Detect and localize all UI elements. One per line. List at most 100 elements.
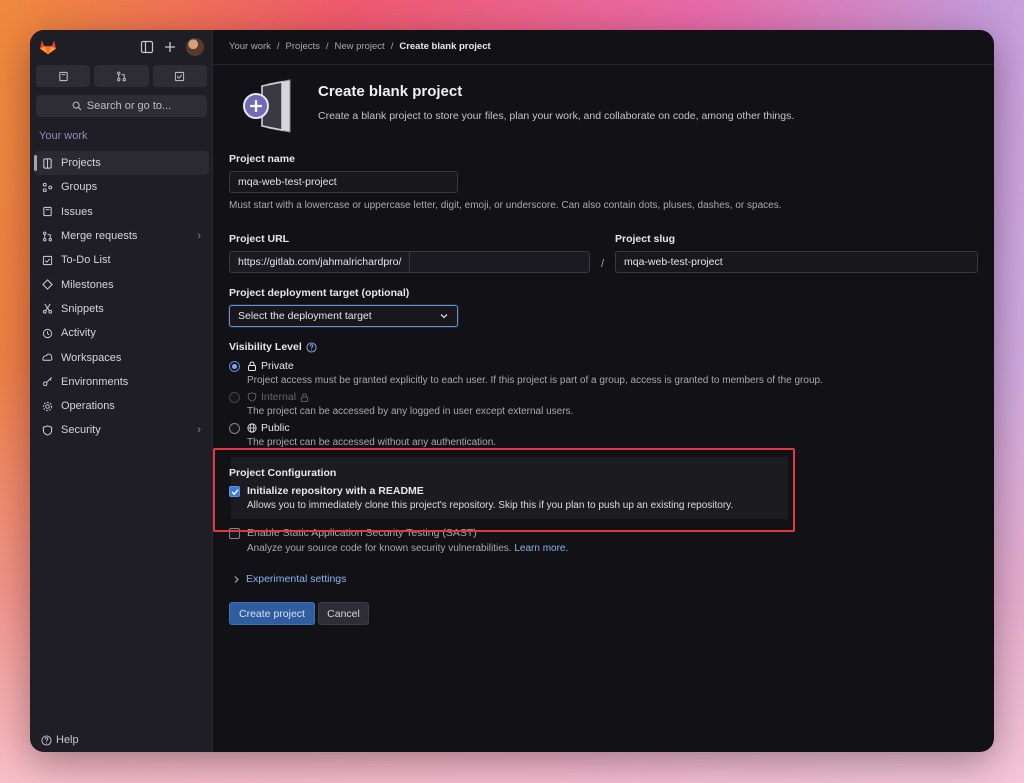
shield-icon (42, 425, 53, 436)
sidebar-item-label: Activity (61, 327, 96, 340)
deployment-target-select[interactable]: Select the deployment target (229, 305, 458, 327)
sidebar-item-projects[interactable]: Projects (34, 151, 209, 176)
search-label: Search or go to... (86, 100, 172, 112)
search-icon (72, 101, 82, 111)
merge-request-icon (117, 71, 126, 81)
sidebar-item-environments[interactable]: Environments (34, 370, 209, 394)
visibility-private-desc: Project access must be granted explicitl… (247, 375, 823, 386)
experimental-settings-toggle[interactable]: Experimental settings (233, 573, 346, 585)
todo-icon (42, 255, 53, 265)
lock-icon (248, 361, 256, 371)
learn-more-link[interactable]: Learn more. (514, 543, 568, 554)
breadcrumb-new-project[interactable]: New project (335, 41, 385, 52)
sidebar-item-label: Issues (61, 205, 93, 218)
chevron-right-icon: › (197, 230, 201, 243)
project-slug-label: Project slug (615, 233, 676, 245)
visibility-private-radio[interactable] (229, 361, 240, 372)
sidebar-header (30, 30, 212, 64)
chevron-right-icon (234, 575, 239, 583)
help-icon (41, 734, 52, 746)
breadcrumb-your-work[interactable]: Your work (229, 41, 271, 52)
sidebar-section-title: Your work (39, 130, 88, 142)
todo-counter-button[interactable] (152, 65, 207, 87)
visibility-private-label: Private (261, 360, 294, 372)
project-url-label: Project URL (229, 233, 290, 245)
project-name-input[interactable]: mqa-web-test-project (229, 171, 458, 193)
sidebar-item-label: Projects (61, 157, 101, 170)
globe-icon (247, 423, 257, 433)
app-window: Search or go to... Your work Projects Gr… (30, 30, 994, 752)
sidebar-item-label: Operations (61, 400, 115, 413)
merge-requests-counter-button[interactable] (94, 65, 149, 87)
breadcrumb-separator: / (276, 41, 280, 52)
snippet-icon (42, 304, 53, 314)
visibility-internal-label: Internal (261, 391, 297, 403)
project-url-prefix: https://gitlab.com/jahmalrichardpro/ (238, 252, 411, 272)
breadcrumb-current[interactable]: Create blank project (399, 41, 490, 52)
sidebar-item-activity[interactable]: Activity (34, 321, 209, 345)
sidebar-item-workspaces[interactable]: Workspaces (34, 345, 209, 369)
chevron-down-icon (440, 314, 448, 319)
merge-request-icon (43, 231, 52, 241)
issues-counter-button[interactable] (36, 65, 91, 87)
project-name-help: Must start with a lowercase or uppercase… (229, 200, 782, 211)
gitlab-logo-icon[interactable] (39, 39, 57, 55)
question-icon[interactable] (306, 341, 317, 353)
cancel-button[interactable]: Cancel (318, 602, 369, 625)
sidebar-item-todo-list[interactable]: To-Do List (34, 248, 209, 272)
highlight-box (213, 448, 795, 532)
project-url-field[interactable]: https://gitlab.com/jahmalrichardpro/ (229, 251, 590, 273)
sidebar-item-groups[interactable]: Groups (34, 175, 209, 199)
visibility-public-radio[interactable] (229, 423, 240, 434)
project-name-label: Project name (229, 153, 295, 165)
sidebar-item-security[interactable]: Security › (34, 418, 209, 442)
sidebar-item-operations[interactable]: Operations (34, 394, 209, 418)
sidebar-item-label: To-Do List (61, 254, 111, 267)
lock-icon (300, 392, 309, 402)
header-divider (213, 64, 994, 65)
sidebar-item-merge-requests[interactable]: Merge requests › (34, 224, 209, 248)
help-button[interactable]: Help (41, 734, 79, 746)
breadcrumb: Your work / Projects / New project / Create… (229, 41, 491, 52)
sidebar-toggle-icon[interactable] (140, 40, 154, 54)
milestone-icon (42, 279, 53, 290)
shield-icon (247, 392, 257, 402)
visibility-label-text: Visibility Level (229, 341, 302, 353)
visibility-internal-radio[interactable] (229, 392, 240, 403)
chevron-right-icon: › (197, 424, 201, 437)
sidebar-item-issues[interactable]: Issues (34, 200, 209, 224)
project-slug-input[interactable]: mqa-web-test-project (615, 251, 978, 273)
sidebar-item-milestones[interactable]: Milestones (34, 272, 209, 296)
deployment-target-value: Select the deployment target (238, 310, 372, 322)
activity-icon (42, 328, 53, 338)
todo-icon (175, 71, 185, 81)
sidebar-item-label: Merge requests (61, 230, 138, 243)
breadcrumb-separator: / (325, 41, 329, 52)
blank-project-illustration (243, 79, 291, 133)
help-label: Help (56, 734, 79, 746)
visibility-internal-desc: The project can be accessed by any logge… (247, 406, 574, 417)
visibility-public-title: Public (247, 422, 290, 434)
sidebar-item-label: Environments (61, 375, 129, 388)
visibility-private-title: Private (247, 360, 294, 372)
sast-desc-text: Analyze your source code for known secur… (247, 543, 512, 554)
sidebar-item-snippets[interactable]: Snippets (34, 297, 209, 321)
search-button[interactable]: Search or go to... (36, 95, 207, 117)
sidebar-item-label: Workspaces (61, 351, 122, 364)
operations-icon (42, 401, 53, 411)
project-icon (43, 158, 52, 169)
main-content: Your work / Projects / New project / Create… (213, 30, 994, 752)
issues-icon (58, 71, 68, 81)
visibility-public-desc: The project can be accessed without any … (247, 437, 497, 448)
sidebar: Search or go to... Your work Projects Gr… (30, 30, 213, 752)
breadcrumb-projects[interactable]: Projects (286, 41, 320, 52)
visibility-public-label: Public (261, 422, 290, 434)
page-subtitle: Create a blank project to store your fil… (318, 110, 795, 122)
sast-desc: Analyze your source code for known secur… (247, 543, 568, 554)
issues-icon (43, 207, 52, 217)
environment-icon (42, 377, 52, 387)
create-project-button[interactable]: Create project (229, 602, 315, 625)
avatar[interactable] (186, 38, 204, 56)
breadcrumb-separator: / (390, 41, 394, 52)
plus-icon[interactable] (163, 40, 177, 54)
